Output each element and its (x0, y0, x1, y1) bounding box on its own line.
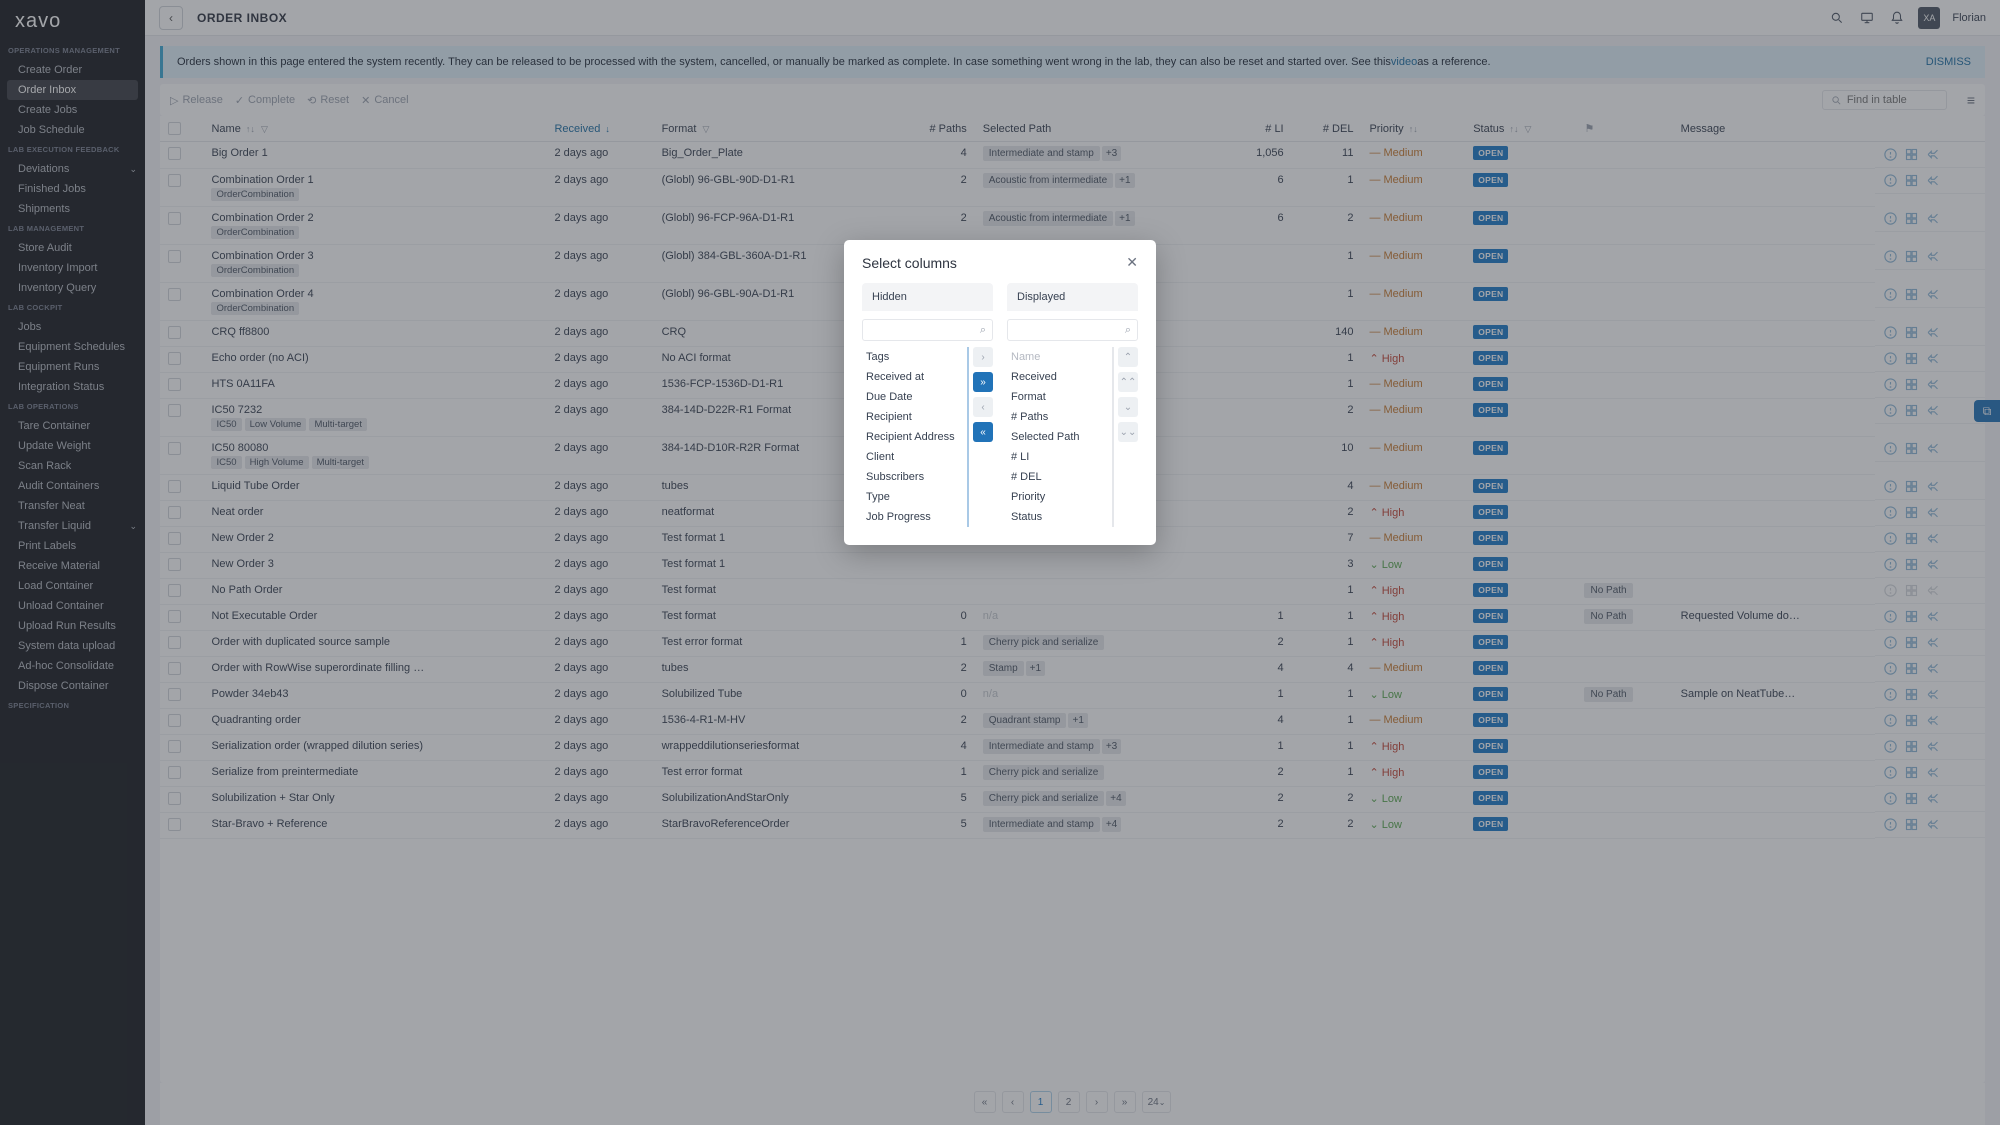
hidden-column-item[interactable]: Received at (862, 367, 967, 387)
move-left-all[interactable]: « (973, 422, 993, 442)
hidden-label: Hidden (862, 283, 993, 311)
displayed-column-item[interactable]: # DEL (1007, 467, 1112, 487)
hidden-search[interactable]: ⌕ (862, 319, 993, 341)
hidden-column-item[interactable]: Recipient Address (862, 427, 967, 447)
displayed-column-item[interactable]: Format (1007, 387, 1112, 407)
select-columns-modal: Select columns ✕ Hidden ⌕ TagsReceived a… (844, 240, 1156, 545)
move-left-one[interactable]: ‹ (973, 397, 993, 417)
hidden-column-item[interactable]: Recipient (862, 407, 967, 427)
hidden-column-item[interactable]: Due Date (862, 387, 967, 407)
displayed-column-item[interactable]: Name (1007, 347, 1112, 367)
move-right-all[interactable]: » (973, 372, 993, 392)
move-up-one[interactable]: ⌃ (1118, 347, 1138, 367)
displayed-columns-list[interactable]: NameReceivedFormat# PathsSelected Path# … (1007, 347, 1114, 527)
modal-title: Select columns (862, 255, 957, 271)
displayed-column-item[interactable]: # LI (1007, 447, 1112, 467)
move-bottom[interactable]: ⌄⌄ (1118, 422, 1138, 442)
move-right-one[interactable]: › (973, 347, 993, 367)
move-down-one[interactable]: ⌄ (1118, 397, 1138, 417)
hidden-column-item[interactable]: Type (862, 487, 967, 507)
displayed-search[interactable]: ⌕ (1007, 319, 1138, 341)
move-top[interactable]: ⌃⌃ (1118, 372, 1138, 392)
close-icon[interactable]: ✕ (1126, 254, 1138, 271)
hidden-column-item[interactable]: Client (862, 447, 967, 467)
displayed-column-item[interactable]: Priority (1007, 487, 1112, 507)
modal-overlay[interactable]: Select columns ✕ Hidden ⌕ TagsReceived a… (0, 0, 2000, 1125)
hidden-column-item[interactable]: Tags (862, 347, 967, 367)
hidden-column-item[interactable]: Subscribers (862, 467, 967, 487)
displayed-column-item[interactable]: # Paths (1007, 407, 1112, 427)
displayed-column-item[interactable]: Received (1007, 367, 1112, 387)
displayed-column-item[interactable]: Selected Path (1007, 427, 1112, 447)
displayed-label: Displayed (1007, 283, 1138, 311)
displayed-column-item[interactable]: Status (1007, 507, 1112, 527)
hidden-columns-list[interactable]: TagsReceived atDue DateRecipientRecipien… (862, 347, 969, 527)
hidden-column-item[interactable]: Job Progress (862, 507, 967, 527)
